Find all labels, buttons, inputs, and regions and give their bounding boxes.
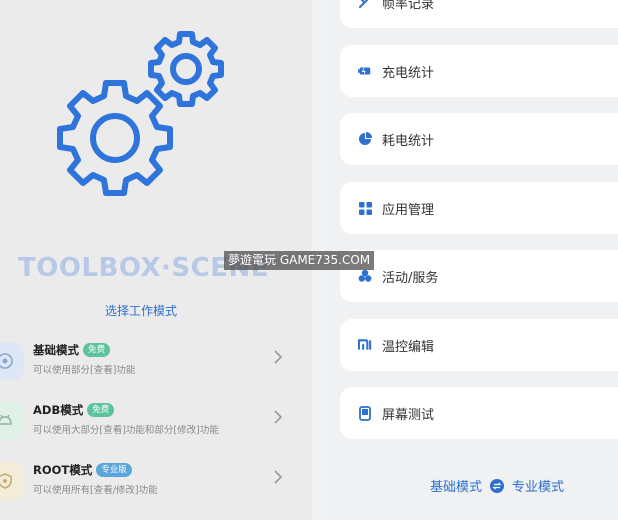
mi-icon: [358, 338, 372, 352]
mode-adb[interactable]: ADB模式 免费 可以使用大部分[查看]功能和部分[修改]功能: [0, 396, 286, 448]
chevron-right-icon: [274, 350, 283, 364]
mode-basic-desc: 可以使用部分[查看]功能: [33, 365, 136, 376]
mode-root-title: ROOT模式: [33, 463, 93, 477]
select-mode-heading: 选择工作模式: [104, 304, 177, 318]
mode-adb-title-row: ADB模式 免费: [33, 402, 115, 418]
tool-card-activities[interactable]: 活动/服务: [340, 250, 618, 302]
pie-chart-icon: [358, 132, 372, 146]
tool-card-thermal[interactable]: 温控编辑: [340, 319, 618, 371]
chevron-right-icon: [274, 410, 283, 424]
tool-card-apps[interactable]: 应用管理: [340, 182, 618, 234]
charging-icon: [358, 64, 372, 78]
mode-switch[interactable]: 基础模式 专业模式: [430, 476, 564, 495]
chevron-right-icon: [274, 470, 283, 484]
tool-card-charging[interactable]: 充电统计: [340, 45, 618, 97]
mode-basic-badge: 免费: [83, 343, 111, 357]
tool-card-screen[interactable]: 屏幕测试: [340, 387, 618, 439]
mode-basic-icon: [0, 342, 24, 380]
mode-adb-badge: 免费: [87, 403, 115, 417]
activity-icon: [358, 269, 372, 283]
mode-root[interactable]: ROOT模式 专业版 可以使用所有[查看/修改]功能: [0, 456, 286, 508]
tool-card-label: 温控编辑: [382, 339, 435, 355]
tool-card-label: 屏幕测试: [382, 407, 435, 423]
mode-adb-desc: 可以使用大部分[查看]功能和部分[修改]功能: [33, 425, 219, 436]
mode-root-badge: 专业版: [96, 463, 132, 477]
root-shield-icon: [0, 462, 24, 500]
tool-card-label: 帧率记录: [382, 0, 435, 12]
tool-card-label: 充电统计: [382, 65, 435, 81]
speed-icon: [358, 0, 372, 9]
tool-card-fps[interactable]: 帧率记录: [340, 0, 618, 28]
mode-basic-title-row: 基础模式 免费: [33, 342, 111, 358]
mode-basic-title: 基础模式: [33, 343, 79, 357]
grid-icon: [358, 201, 372, 215]
mode-root-desc: 可以使用所有[查看/修改]功能: [33, 485, 158, 496]
tool-card-power[interactable]: 耗电统计: [340, 113, 618, 165]
tool-card-label: 应用管理: [382, 202, 435, 218]
swap-icon[interactable]: [490, 478, 505, 493]
mode-switch-right[interactable]: 专业模式: [512, 476, 564, 495]
watermark: 夢遊電玩 GAME735.COM: [224, 251, 375, 270]
mode-root-title-row: ROOT模式 专业版: [33, 462, 132, 478]
android-icon: [0, 402, 24, 440]
mode-basic[interactable]: 基础模式 免费 可以使用部分[查看]功能: [0, 336, 286, 388]
screen-icon: [358, 405, 372, 421]
gears-illustration-icon: [57, 31, 224, 196]
tool-card-label: 耗电统计: [382, 133, 435, 149]
mode-adb-title: ADB模式: [33, 403, 84, 417]
tool-card-label: 活动/服务: [382, 270, 439, 286]
mode-switch-left[interactable]: 基础模式: [430, 476, 482, 495]
